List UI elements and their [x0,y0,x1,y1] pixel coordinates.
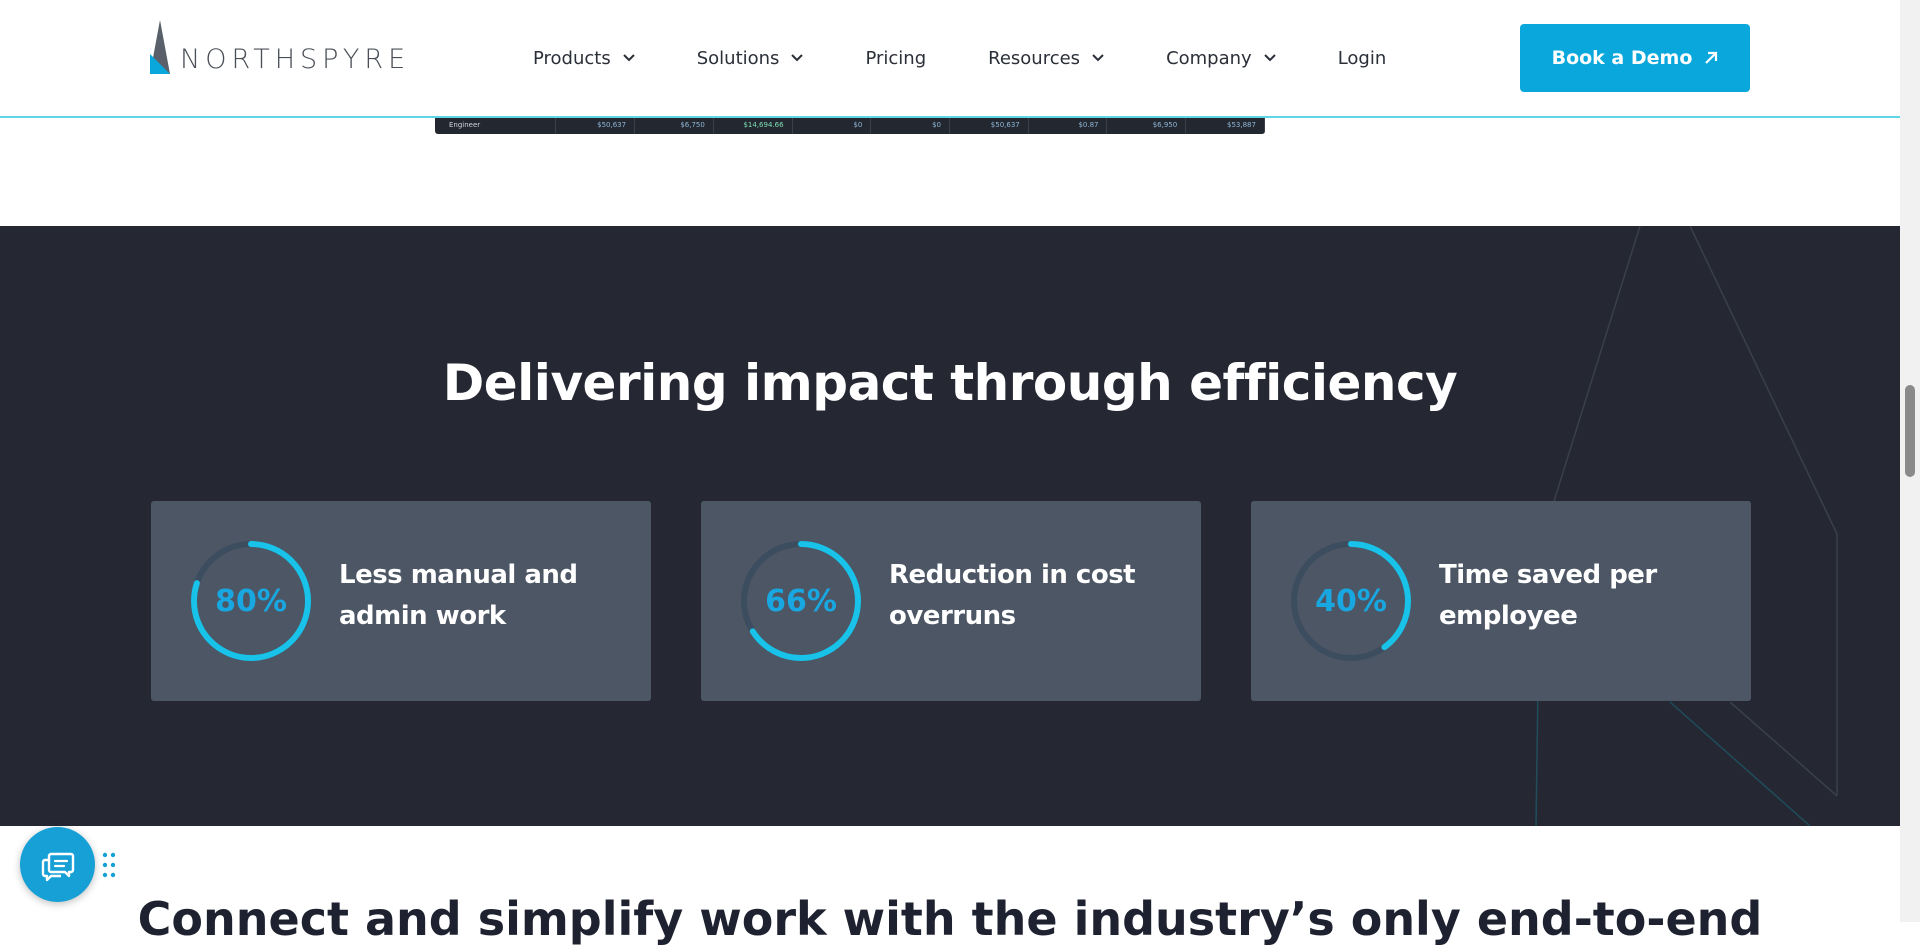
stat-label-line: Time saved per [1439,560,1657,590]
stat-label-line: employee [1439,601,1578,631]
stat-value: 66% [765,583,837,619]
nav-label: Products [533,47,611,69]
nav-pricing[interactable]: Pricing [865,48,926,69]
chat-widget-button[interactable] [20,827,95,902]
stat-card-cost-overruns: 66% Reduction in cost overruns [701,501,1201,701]
table-cell: $14,694.66 [714,116,793,134]
table-cell: $53,887 [1186,116,1265,134]
table-cell: $0 [871,116,951,134]
table-cell: $6,950 [1107,116,1187,134]
chevron-down-icon [1263,54,1276,62]
nav-login[interactable]: Login [1338,48,1387,69]
table-cell: Engineer [449,116,557,134]
page-scrollbar[interactable] [1900,0,1920,922]
table-cell: $6,750 [635,116,714,134]
stat-label: Time saved per employee [1439,555,1729,637]
stat-label-line: Reduction in cost [889,560,1136,590]
stat-value: 40% [1315,583,1387,619]
book-demo-button[interactable]: Book a Demo [1520,24,1750,92]
chevron-down-icon [791,54,804,62]
stat-label: Reduction in cost overruns [889,555,1179,637]
stat-card-time-saved: 40% Time saved per employee [1251,501,1751,701]
nav-label: Company [1166,47,1252,69]
site-header: NORTHSPYRE Products Solutions Pricing Re… [0,0,1900,118]
stat-label-line: admin work [339,601,506,631]
table-row: Engineer $50,637 $6,750 $14,694.66 $0 $0… [435,116,1265,134]
impact-section: Delivering impact through efficiency 80%… [0,226,1900,826]
scrollbar-thumb[interactable] [1905,385,1915,477]
next-section-heading: Connect and simplify work with the indus… [137,892,1763,946]
drag-dots-icon[interactable] [102,852,116,878]
logo-mark-icon [150,20,170,74]
northspyre-logo[interactable]: NORTHSPYRE [150,18,410,74]
table-cell: $50,637 [556,116,636,134]
nav-label: Solutions [696,47,780,69]
logo-text: NORTHSPYRE [180,44,411,75]
nav-company[interactable]: Company [1166,48,1276,69]
table-cell: $0 [793,116,872,134]
nav-products[interactable]: Products [533,48,635,69]
table-cell: $0.87 [1029,116,1108,134]
book-demo-label: Book a Demo [1551,47,1693,69]
stat-card-manual-work: 80% Less manual and admin work [151,501,651,701]
table-cell: $50,637 [950,116,1029,134]
stat-label-line: overruns [889,601,1016,631]
chat-bubbles-icon [41,852,74,881]
impact-title: Delivering impact through efficiency [442,354,1458,412]
product-table-preview: Engineer $50,637 $6,750 $14,694.66 $0 $0… [435,116,1265,134]
nav-resources[interactable]: Resources [988,48,1104,69]
stat-label: Less manual and admin work [339,555,629,637]
chevron-down-icon [1092,54,1104,62]
main-nav: Products Solutions Pricing Resources Com… [533,0,1448,116]
stat-value: 80% [215,583,287,619]
nav-label: Login [1337,47,1387,69]
arrow-up-right-icon [1705,51,1718,64]
nav-label: Pricing [865,47,927,69]
chevron-down-icon [623,54,635,62]
nav-label: Resources [988,47,1081,69]
stat-label-line: Less manual and [339,560,578,590]
nav-solutions[interactable]: Solutions [697,48,804,69]
